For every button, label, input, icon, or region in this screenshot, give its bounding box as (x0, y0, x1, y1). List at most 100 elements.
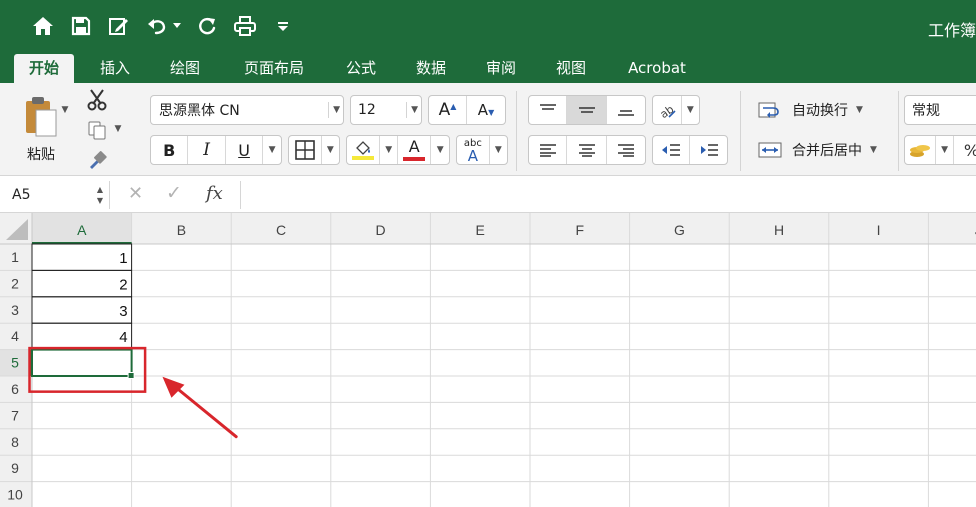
align-bottom-icon[interactable] (607, 96, 645, 124)
underline-button[interactable]: U (226, 136, 264, 164)
column-header-bar (0, 213, 976, 244)
phonetic-dropdown[interactable]: ▼ (490, 136, 507, 164)
increase-indent-icon[interactable] (690, 136, 727, 164)
home-icon[interactable] (30, 13, 56, 39)
fill-color-dropdown[interactable]: ▼ (380, 136, 398, 164)
tab-data[interactable]: 数据 (404, 54, 458, 83)
align-left-icon[interactable] (529, 136, 568, 164)
row-header-3[interactable]: 3 (11, 302, 19, 318)
cancel-entry-icon[interactable]: ✕ (128, 183, 143, 204)
undo-dropdown-icon[interactable] (172, 13, 182, 39)
text-orientation-icon[interactable]: ab (653, 96, 682, 124)
redo-icon[interactable] (194, 13, 220, 39)
column-header-a[interactable]: A (77, 222, 87, 238)
format-painter-icon[interactable] (84, 147, 110, 173)
font-color-swatch (403, 157, 426, 161)
bold-button[interactable]: B (151, 136, 189, 164)
undo-icon[interactable] (144, 13, 170, 39)
font-color-dropdown[interactable]: ▼ (431, 136, 449, 164)
column-header-e[interactable]: E (476, 222, 485, 238)
tab-acrobat[interactable]: Acrobat (616, 54, 698, 83)
insert-function-icon[interactable]: fx (206, 183, 223, 204)
decrease-font-size-button[interactable]: A ▼ (467, 96, 505, 124)
orientation-dropdown[interactable]: ▼ (682, 96, 699, 124)
font-color-icon[interactable]: A (398, 136, 432, 164)
name-box[interactable]: A5 ▲ ▼ (6, 181, 110, 209)
customize-toolbar-icon[interactable] (270, 13, 296, 39)
row-header-7[interactable]: 7 (11, 407, 19, 423)
group-separator (740, 91, 741, 171)
underline-dropdown[interactable]: ▼ (263, 136, 281, 164)
tab-review[interactable]: 审阅 (474, 54, 528, 83)
worksheet-grid[interactable]: ABCDEFGHIJ123456789101234 (0, 213, 976, 507)
increase-arrow-icon: ▲ (450, 101, 457, 111)
merge-center-button[interactable]: 合并后居中 ▼ (754, 135, 894, 165)
cut-icon[interactable] (84, 87, 110, 113)
merge-center-label: 合并后居中 (792, 143, 862, 159)
decrease-indent-icon[interactable] (653, 136, 691, 164)
cell-a2[interactable]: 2 (119, 276, 127, 293)
paste-dropdown[interactable]: ▼ (58, 103, 72, 117)
edit-icon[interactable] (106, 13, 132, 39)
borders-dropdown[interactable]: ▼ (322, 136, 339, 164)
cell-a4[interactable]: 4 (119, 329, 127, 346)
cell-border (31, 243, 133, 271)
align-middle-icon[interactable] (567, 96, 607, 124)
column-header-g[interactable]: G (674, 222, 685, 238)
ribbon-home: 粘贴 ▼ ▼ 思源黑体 CN ▼ 12 ▼ A ▲ A ▼ B I U ▼ ▼ … (0, 83, 976, 176)
row-header-1[interactable]: 1 (11, 249, 19, 265)
cell-a3[interactable]: 3 (119, 303, 127, 320)
number-format-select[interactable]: 常规 (904, 95, 976, 125)
tab-page-layout[interactable]: 页面布局 (232, 54, 316, 83)
accounting-dropdown[interactable]: ▼ (936, 136, 954, 164)
borders-icon[interactable] (289, 136, 322, 164)
tab-draw[interactable]: 绘图 (158, 54, 212, 83)
align-center-icon[interactable] (567, 136, 607, 164)
row-header-2[interactable]: 2 (11, 275, 19, 291)
column-header-c[interactable]: C (276, 222, 286, 238)
copy-icon[interactable] (84, 117, 110, 143)
accounting-format-icon[interactable] (905, 136, 937, 164)
row-header-8[interactable]: 8 (11, 434, 19, 450)
row-header-5[interactable]: 5 (11, 355, 19, 371)
increase-font-size-button[interactable]: A ▲ (429, 96, 468, 124)
tab-formulas[interactable]: 公式 (334, 54, 388, 83)
tab-insert[interactable]: 插入 (88, 54, 142, 83)
italic-button[interactable]: I (188, 136, 226, 164)
phonetic-guide-icon[interactable]: abc A (457, 136, 490, 164)
cell-border (31, 322, 133, 351)
column-header-i[interactable]: I (877, 222, 881, 238)
confirm-entry-icon[interactable]: ✓ (166, 182, 182, 204)
column-header-d[interactable]: D (376, 222, 386, 238)
name-box-spinner-icon[interactable]: ▲ ▼ (97, 184, 103, 206)
row-header-10[interactable]: 10 (7, 487, 23, 503)
fill-color-icon[interactable] (347, 136, 381, 164)
font-name-dropdown-icon: ▼ (333, 105, 340, 115)
save-icon[interactable] (68, 13, 94, 39)
tab-home[interactable]: 开始 (14, 54, 74, 83)
align-top-icon[interactable] (529, 96, 568, 124)
tab-view[interactable]: 视图 (544, 54, 598, 83)
column-header-b[interactable]: B (177, 222, 186, 238)
formula-input[interactable] (248, 185, 968, 205)
annotation-arrow-head (162, 376, 185, 398)
cell-a1[interactable]: 1 (119, 250, 127, 267)
phonetic-group: abc A ▼ (456, 135, 508, 165)
decrease-arrow-icon: ▼ (488, 107, 495, 117)
grid-canvas[interactable]: ABCDEFGHIJ123456789101234 (0, 213, 976, 507)
wrap-text-button[interactable]: 自动换行 ▼ (754, 95, 884, 125)
row-header-9[interactable]: 9 (11, 460, 19, 476)
row-header-4[interactable]: 4 (11, 328, 19, 344)
fill-handle[interactable] (127, 372, 135, 379)
borders-group: ▼ (288, 135, 340, 165)
active-cell-selection[interactable] (31, 348, 133, 378)
percent-style-icon[interactable]: % (954, 136, 976, 164)
font-name-select[interactable]: 思源黑体 CN ▼ (150, 95, 344, 125)
copy-dropdown[interactable]: ▼ (112, 121, 124, 137)
row-header-6[interactable]: 6 (11, 381, 19, 397)
column-header-h[interactable]: H (774, 222, 784, 238)
print-icon[interactable] (232, 13, 258, 39)
align-right-icon[interactable] (607, 136, 645, 164)
column-header-f[interactable]: F (576, 222, 585, 238)
font-size-select[interactable]: 12 ▼ (350, 95, 422, 125)
